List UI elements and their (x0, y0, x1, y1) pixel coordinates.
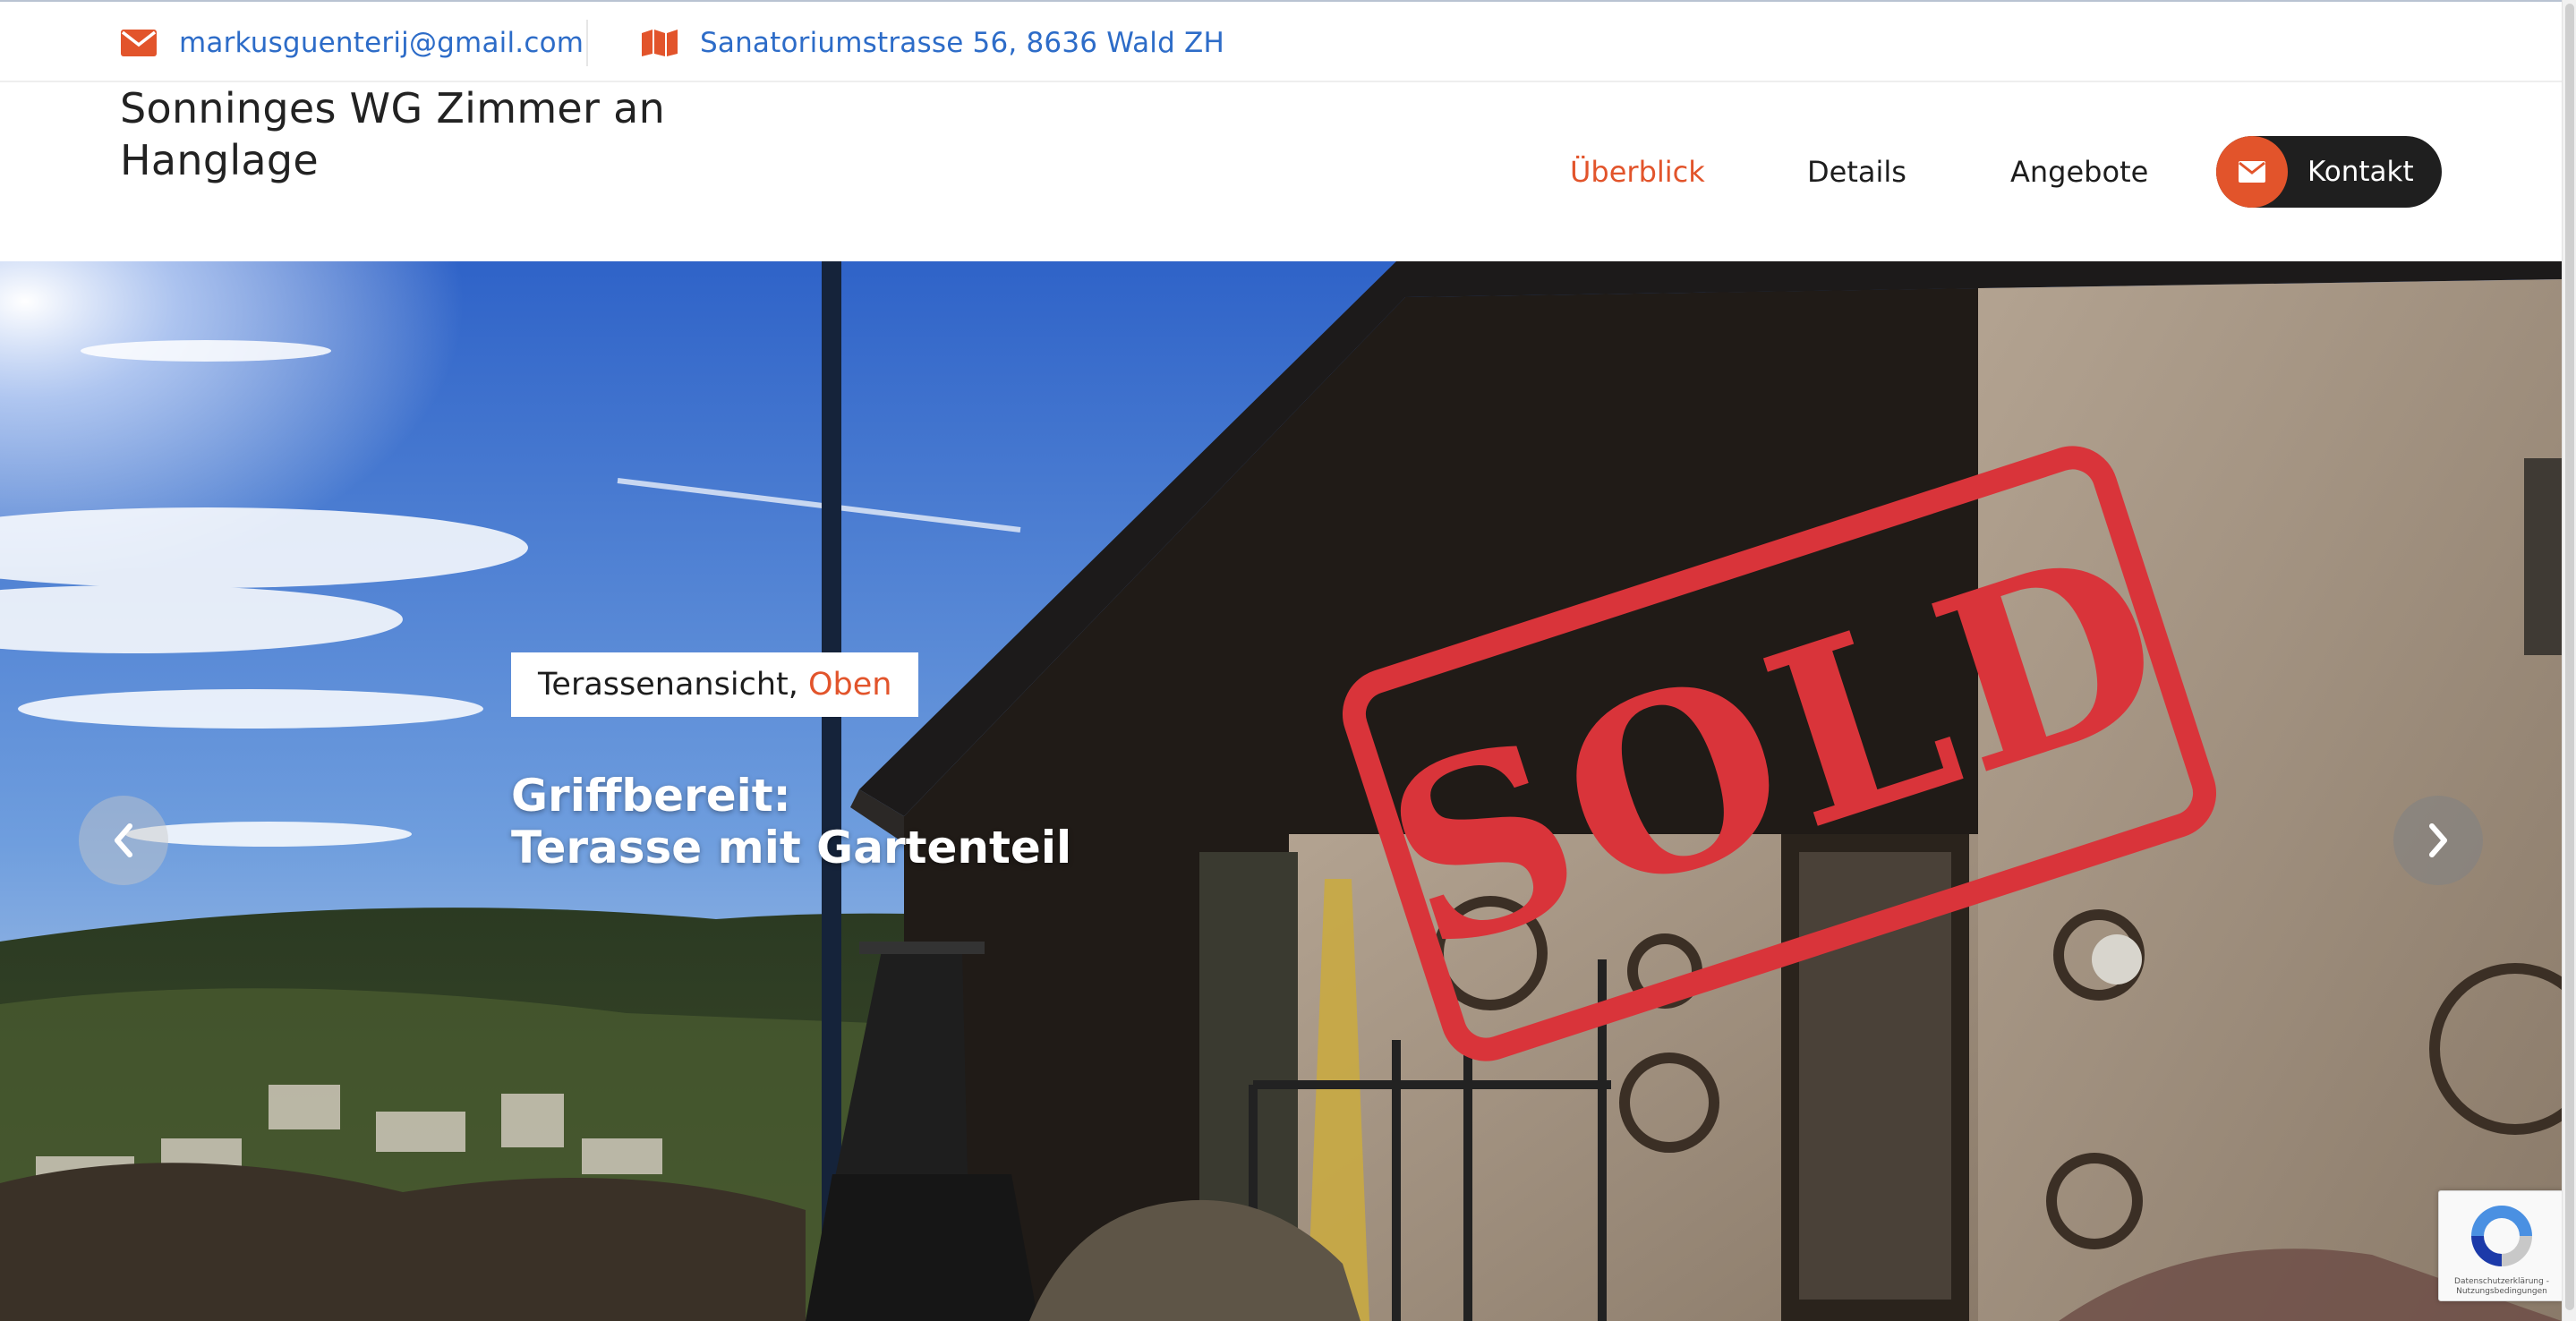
recaptcha-terms[interactable]: Datenschutzerklärung - Nutzungsbedingung… (2441, 1277, 2562, 1297)
address-link[interactable]: Sanatoriumstrasse 56, 8636 Wald ZH (700, 27, 1224, 59)
top-contact-bar: markusguenterij@gmail.com Sanatoriumstra… (0, 0, 2562, 82)
contact-button-label: Kontakt (2307, 156, 2414, 188)
contact-button[interactable]: Kontakt (2216, 136, 2442, 208)
address-contact[interactable]: Sanatoriumstrasse 56, 8636 Wald ZH (641, 20, 1224, 66)
chevron-right-icon (2429, 823, 2447, 857)
slide-caption-tag: Terassenansicht, Oben (511, 652, 919, 717)
slide-headline: Griffbereit: Terasse mit Gartenteil (511, 770, 1071, 874)
slide-caption-main: Terassenansicht, (538, 667, 798, 703)
divider (586, 20, 588, 66)
site-header: Sonninges WG Zimmer an Hanglage Überblic… (0, 82, 2562, 261)
contact-button-icon-circle (2216, 136, 2288, 208)
slider-prev-button[interactable] (79, 796, 168, 885)
vertical-scrollbar[interactable] (2562, 0, 2576, 1321)
recaptcha-icon (2471, 1206, 2532, 1266)
envelope-icon (121, 30, 157, 56)
page: markusguenterij@gmail.com Sanatoriumstra… (0, 0, 2562, 1321)
site-title[interactable]: Sonninges WG Zimmer an Hanglage (120, 82, 693, 186)
scrollbar-thumb[interactable] (2565, 4, 2574, 1310)
slider-next-button[interactable] (2393, 796, 2483, 885)
recaptcha-badge[interactable]: Datenschutzerklärung - Nutzungsbedingung… (2438, 1190, 2562, 1301)
hero-slider: SOLD Terassenansicht, Oben Griffbereit: … (0, 261, 2562, 1321)
slide-headline-line-1: Griffbereit: (511, 770, 791, 822)
nav-item-ueberblick[interactable]: Überblick (1570, 136, 1705, 208)
email-link[interactable]: markusguenterij@gmail.com (179, 27, 584, 59)
email-contact[interactable]: markusguenterij@gmail.com (120, 20, 584, 66)
nav-item-angebote[interactable]: Angebote (2010, 136, 2148, 208)
chevron-left-icon (115, 823, 132, 857)
slide-headline-line-2: Terasse mit Gartenteil (511, 822, 1072, 874)
map-icon (642, 30, 678, 56)
nav-item-details[interactable]: Details (1807, 136, 1906, 208)
envelope-icon (2239, 161, 2265, 183)
hero-image: SOLD (0, 261, 2562, 1321)
slide-caption-highlight: Oben (808, 667, 892, 703)
